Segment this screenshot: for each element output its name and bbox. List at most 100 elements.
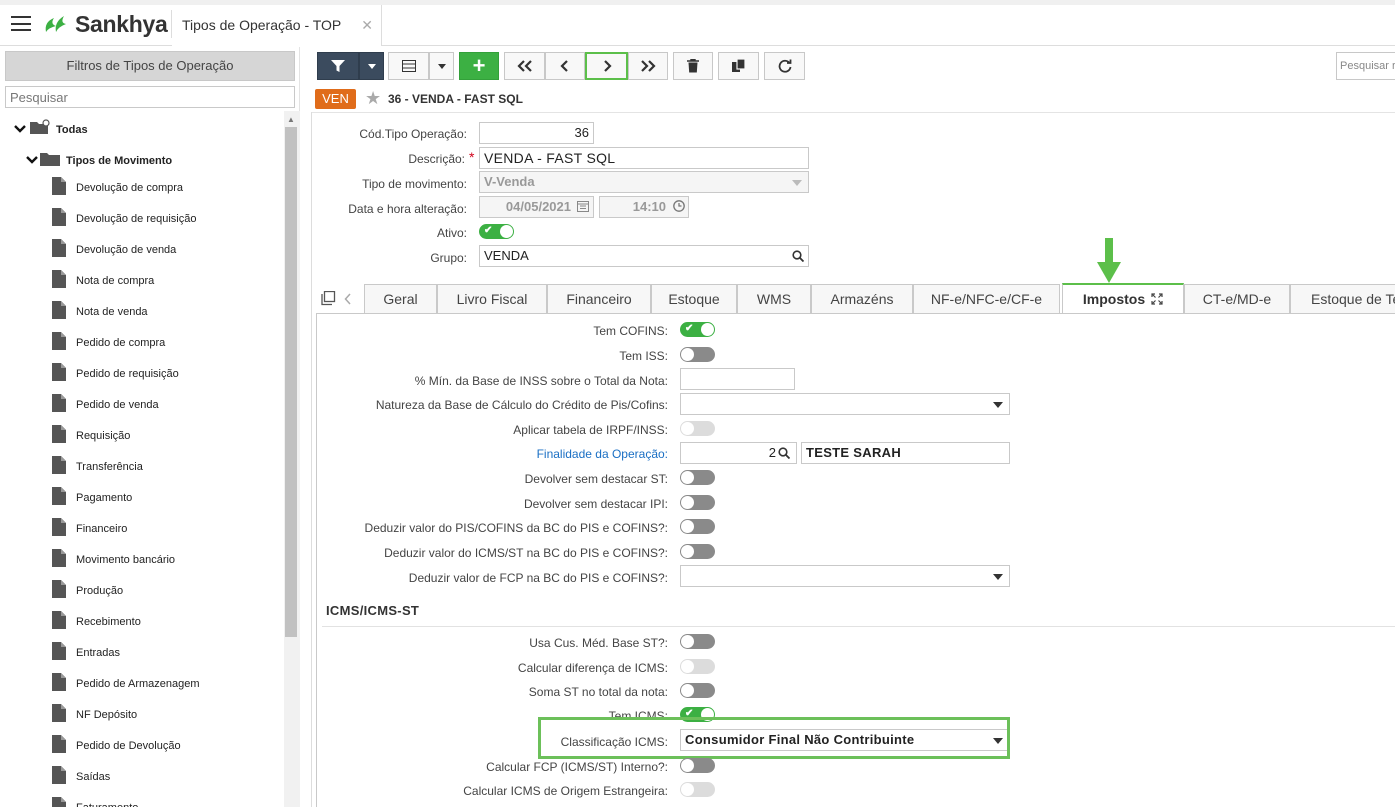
duplicate-button[interactable] xyxy=(718,52,759,80)
tab-estoque[interactable]: Estoque xyxy=(651,284,737,314)
tree-item[interactable]: Nota de compra xyxy=(50,270,280,296)
desc-field[interactable]: VENDA - FAST SQL xyxy=(479,147,809,169)
next-record-button[interactable] xyxy=(585,52,628,80)
tree-item[interactable]: Financeiro xyxy=(50,518,280,544)
soma-st-toggle[interactable] xyxy=(680,683,715,698)
calc-dif-toggle xyxy=(680,659,715,674)
tree-item[interactable]: Pedido de venda xyxy=(50,394,280,420)
tab-armaz-ns[interactable]: Armazéns xyxy=(811,284,913,314)
tree-item[interactable]: Devolução de venda xyxy=(50,239,280,265)
last-record-button[interactable] xyxy=(628,52,668,80)
tree-item-label: Faturamento xyxy=(76,802,138,807)
ded-icms-toggle[interactable] xyxy=(680,544,715,559)
dropdown-caret-icon[interactable] xyxy=(993,574,1003,580)
tree-item[interactable]: Transferência xyxy=(50,456,280,482)
dev-ipi-toggle[interactable] xyxy=(680,495,715,510)
tab-nf-e-nfc-e-cf-e[interactable]: NF-e/NFC-e/CF-e xyxy=(913,284,1060,314)
calendar-icon xyxy=(577,201,589,212)
chevron-down-icon[interactable] xyxy=(26,154,38,166)
record-title: 36 - VENDA - FAST SQL xyxy=(388,92,523,106)
record-search-input[interactable] xyxy=(1336,52,1395,80)
chevron-down-icon[interactable] xyxy=(14,123,26,135)
tree-item[interactable]: Nota de venda xyxy=(50,301,280,327)
tree-item-label: Pedido de venda xyxy=(76,399,159,411)
grid-view-button[interactable] xyxy=(388,52,429,80)
tree-item[interactable]: Requisição xyxy=(50,425,280,451)
add-button[interactable]: + xyxy=(459,52,499,80)
expand-icon[interactable] xyxy=(1151,291,1163,307)
double-chevron-right-icon xyxy=(641,60,656,72)
filter-dropdown-button[interactable] xyxy=(359,52,384,80)
tree-item[interactable]: Pagamento xyxy=(50,487,280,513)
tree-item[interactable]: Pedido de requisição xyxy=(50,363,280,389)
natureza-label: Natureza da Base de Cálculo do Crédito d… xyxy=(375,398,668,412)
dropdown-caret-icon xyxy=(792,180,802,186)
tree-item[interactable]: Entradas xyxy=(50,642,280,668)
tree-item[interactable]: Faturamento xyxy=(50,797,280,807)
document-icon xyxy=(52,301,66,319)
refresh-button[interactable] xyxy=(764,52,805,80)
finalidade-desc-field: TESTE SARAH xyxy=(801,442,1010,464)
tree-item[interactable]: Saídas xyxy=(50,766,280,792)
tab-geral[interactable]: Geral xyxy=(364,284,437,314)
menu-icon[interactable] xyxy=(11,16,31,31)
tab-scroll-left-icon[interactable] xyxy=(344,293,352,305)
tab-label: Armazéns xyxy=(830,291,894,307)
tipo-movimento-label: Tipo de movimento: xyxy=(362,177,467,191)
tree-item[interactable]: Devolução de requisição xyxy=(50,208,280,234)
cod-field[interactable]: 36 xyxy=(479,122,594,144)
ded-pis-toggle[interactable] xyxy=(680,519,715,534)
usa-cus-toggle[interactable] xyxy=(680,634,715,649)
calc-fcp-label: Calcular FCP (ICMS/ST) Interno?: xyxy=(486,760,668,774)
tree-item[interactable]: Devolução de compra xyxy=(50,177,280,203)
tab-financeiro[interactable]: Financeiro xyxy=(547,284,651,314)
tree-item[interactable]: Produção xyxy=(50,580,280,606)
dev-st-toggle[interactable] xyxy=(680,470,715,485)
tree-item[interactable]: Pedido de Devolução xyxy=(50,735,280,761)
grid-view-dropdown-button[interactable] xyxy=(429,52,454,80)
previous-record-button[interactable] xyxy=(545,52,585,80)
first-record-button[interactable] xyxy=(504,52,545,80)
tree-item[interactable]: Pedido de compra xyxy=(50,332,280,358)
tree-item[interactable]: Movimento bancário xyxy=(50,549,280,575)
search-icon[interactable] xyxy=(778,447,790,459)
natureza-select[interactable] xyxy=(680,393,1010,415)
favorite-star-icon[interactable]: ★ xyxy=(365,88,381,109)
close-icon[interactable]: ✕ xyxy=(361,17,373,34)
usa-cus-label: Usa Cus. Méd. Base ST?: xyxy=(529,636,668,650)
tree-item[interactable]: Pedido de Armazenagem xyxy=(50,673,280,699)
document-icon xyxy=(52,332,66,350)
search-icon[interactable] xyxy=(792,250,804,262)
tree-item[interactable]: Recebimento xyxy=(50,611,280,637)
tab-estoque-de-te[interactable]: Estoque de Te xyxy=(1290,284,1395,314)
grupo-field[interactable]: VENDA xyxy=(479,245,809,267)
tem-cofins-toggle[interactable]: ✔ xyxy=(680,322,715,337)
delete-button[interactable] xyxy=(673,52,713,80)
tree-group-label: Tipos de Movimento xyxy=(66,155,173,167)
tab-livro-fiscal[interactable]: Livro Fiscal xyxy=(437,284,547,314)
tree-item[interactable]: NF Depósito xyxy=(50,704,280,730)
document-icon xyxy=(52,580,66,598)
tab-ct-e-md-e[interactable]: CT-e/MD-e xyxy=(1184,284,1290,314)
tem-iss-toggle[interactable] xyxy=(680,347,715,362)
caret-down-icon xyxy=(437,63,446,69)
caret-down-icon xyxy=(367,63,376,69)
tree-scroll-thumb[interactable] xyxy=(285,127,297,637)
tab-wms[interactable]: WMS xyxy=(737,284,811,314)
min-inss-field[interactable] xyxy=(680,368,795,390)
tab-tipos-de-operacao[interactable]: Tipos de Operação - TOP ✕ xyxy=(172,5,382,46)
tree-node-tipos-de-movimento[interactable]: Tipos de Movimento xyxy=(24,150,274,172)
scroll-up-icon[interactable]: ▲ xyxy=(287,115,295,124)
copy-tabs-icon[interactable] xyxy=(320,291,336,307)
ded-fcp-select[interactable] xyxy=(680,565,1010,587)
tab-impostos[interactable]: Impostos xyxy=(1062,283,1184,314)
filter-search-input[interactable] xyxy=(5,86,295,108)
filter-button[interactable] xyxy=(317,52,359,80)
tree-node-root[interactable]: Todas xyxy=(12,119,272,141)
document-icon xyxy=(52,735,66,753)
tree-item-label: Pagamento xyxy=(76,492,133,504)
finalidade-link[interactable]: Finalidade da Operação: xyxy=(537,447,668,461)
calc-fcp-toggle[interactable] xyxy=(680,758,715,773)
ativo-toggle[interactable]: ✔ xyxy=(479,224,514,239)
dropdown-caret-icon[interactable] xyxy=(993,402,1003,408)
